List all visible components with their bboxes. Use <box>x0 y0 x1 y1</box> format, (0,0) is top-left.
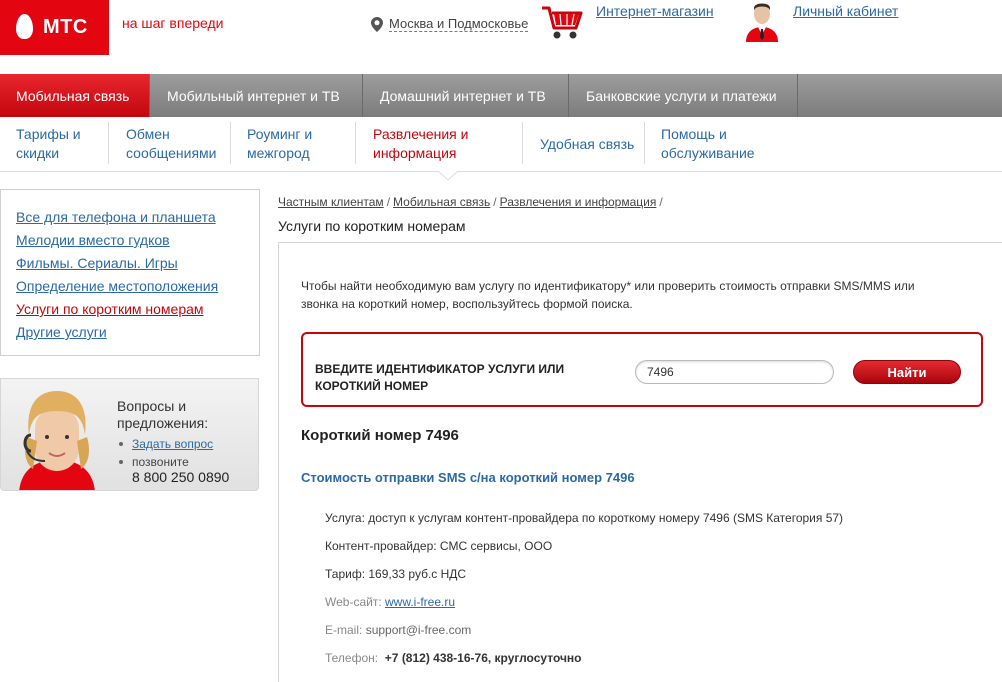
ask-question-link[interactable]: Задать вопрос <box>132 437 213 451</box>
breadcrumb: Частным клиентам / Мобильная связь / Развлеч… <box>278 195 666 209</box>
leftmenu-item-ringtones[interactable]: Мелодии вместо гудков <box>16 231 259 254</box>
find-button[interactable]: Найти <box>853 360 961 384</box>
support-operator-icon <box>19 391 95 490</box>
page-title: Услуги по коротким номерам <box>278 218 466 234</box>
topnav-item-mobile-internet[interactable]: Мобильный интернет и ТВ <box>150 74 363 117</box>
subnav-label: Удобная связь <box>540 136 635 152</box>
phone-label: Телефон: <box>325 651 379 665</box>
contact-title-line: предложения: <box>117 415 209 431</box>
main-navigation: Мобильная связь Мобильный интернет и ТВ … <box>0 74 1002 117</box>
subnav-label: информация <box>373 145 457 161</box>
email-label: E-mail: <box>325 623 363 637</box>
bullet-icon <box>119 442 123 446</box>
breadcrumb-item[interactable]: Мобильная связь <box>393 195 490 209</box>
location-pin-icon <box>371 16 383 32</box>
user-avatar-icon[interactable] <box>743 2 781 42</box>
subnav-label: обслуживание <box>661 145 755 161</box>
breadcrumb-item[interactable]: Частным клиентам <box>278 195 384 209</box>
phone-value: +7 (812) 438-16-76, круглосуточно <box>384 651 582 665</box>
result-title: Короткий номер 7496 <box>301 427 459 444</box>
region-selector[interactable]: Москва и Подмосковье <box>371 16 529 32</box>
subnav-item-tariffs[interactable]: Тарифы и скидки <box>16 125 81 163</box>
subnav-label: Роуминг и <box>247 126 313 142</box>
contact-box: Вопросы и предложения: Задать вопрос поз… <box>0 378 259 491</box>
service-row: Услуга: доступ к услугам контент-провайд… <box>325 511 844 525</box>
subnav-item-help[interactable]: Помощь и обслуживание <box>661 125 755 163</box>
subnav-label: Развлечения и <box>373 126 469 142</box>
subnav-label: сообщениями <box>126 145 217 161</box>
tariff-row: Тариф: 169,33 руб.с НДС <box>325 567 467 581</box>
slogan: на шаг впереди <box>122 15 224 31</box>
intro-text: Чтобы найти необходимую вам услугу по ид… <box>301 277 981 313</box>
online-shop-link[interactable]: Интернет-магазин <box>596 3 714 19</box>
personal-account-link[interactable]: Личный кабинет <box>793 3 898 19</box>
phone-row: Телефон: +7 (812) 438-16-76, круглосуточ… <box>325 651 582 665</box>
call-label: позвоните <box>132 455 189 469</box>
subnav-label: межгород <box>247 145 310 161</box>
breadcrumb-separator: / <box>659 195 663 209</box>
bullet-icon <box>119 460 123 464</box>
subnav-item-roaming[interactable]: Роуминг и межгород <box>247 125 312 163</box>
contact-title: Вопросы и предложения: <box>117 398 208 432</box>
leftmenu-item-location[interactable]: Определение местоположения <box>16 277 259 300</box>
subnav-label: Помощь и <box>661 126 727 142</box>
short-number-input[interactable] <box>635 360 834 384</box>
topnav-item-banking[interactable]: Банковские услуги и платежи <box>569 74 798 117</box>
cost-title: Стоимость отправки SMS с/на короткий ном… <box>301 470 635 485</box>
left-menu: Все для телефона и планшета Мелодии вмес… <box>0 189 260 356</box>
logo-text: МТС <box>43 16 88 38</box>
subnav-divider <box>644 122 645 164</box>
website-label: Web-сайт: <box>325 595 382 609</box>
sub-navigation: Тарифы и скидки Обмен сообщениями Роумин… <box>0 118 1002 172</box>
mts-logo[interactable]: МТС <box>0 0 109 55</box>
subnav-divider <box>355 122 356 164</box>
support-phone: 8 800 250 0890 <box>132 469 230 485</box>
search-label-line: ВВЕДИТЕ ИДЕНТИФИКАТОР УСЛУГИ ИЛИ <box>315 362 565 376</box>
topnav-item-mobile[interactable]: Мобильная связь <box>0 74 150 117</box>
region-label: Москва и Подмосковье <box>389 16 529 32</box>
subnav-item-entertainment[interactable]: Развлечения и информация <box>373 125 468 163</box>
leftmenu-item-phone[interactable]: Все для телефона и планшета <box>16 208 259 231</box>
subnav-item-convenient[interactable]: Удобная связь <box>540 135 634 154</box>
website-row: Web-сайт: www.i-free.ru <box>325 595 455 609</box>
intro-line: звонка на короткий номер, воспользуйтесь… <box>301 297 633 311</box>
subnav-item-messaging[interactable]: Обмен сообщениями <box>126 125 216 163</box>
shopping-cart-icon[interactable] <box>540 3 584 41</box>
search-form: ВВЕДИТЕ ИДЕНТИФИКАТОР УСЛУГИ ИЛИ КОРОТКИ… <box>301 332 983 407</box>
contact-title-line: Вопросы и <box>117 398 187 414</box>
email-row: E-mail: support@i-free.com <box>325 623 471 637</box>
mts-egg-icon <box>16 14 33 39</box>
leftmenu-item-movies[interactable]: Фильмы. Сериалы. Игры <box>16 254 259 277</box>
breadcrumb-item[interactable]: Развлечения и информация <box>500 195 657 209</box>
breadcrumb-separator: / <box>493 195 497 209</box>
leftmenu-item-short-numbers[interactable]: Услуги по коротким номерам <box>16 300 259 323</box>
subnav-label: Обмен <box>126 126 170 142</box>
subnav-divider <box>230 122 231 164</box>
search-label: ВВЕДИТЕ ИДЕНТИФИКАТОР УСЛУГИ ИЛИ КОРОТКИ… <box>315 361 615 395</box>
active-pointer-icon <box>438 171 458 181</box>
subnav-divider <box>108 122 109 164</box>
provider-row: Контент-провайдер: СМС сервисы, ООО <box>325 539 553 553</box>
leftmenu-item-other[interactable]: Другие услуги <box>16 323 259 346</box>
subnav-divider <box>522 122 523 164</box>
subnav-label: скидки <box>16 145 60 161</box>
website-link[interactable]: www.i-free.ru <box>385 595 455 609</box>
topnav-item-home-internet[interactable]: Домашний интернет и ТВ <box>363 74 569 117</box>
search-label-line: КОРОТКИЙ НОМЕР <box>315 379 429 393</box>
email-value: support@i-free.com <box>365 623 472 637</box>
breadcrumb-separator: / <box>386 195 391 209</box>
subnav-label: Тарифы и <box>16 126 81 142</box>
intro-line: Чтобы найти необходимую вам услугу по ид… <box>301 279 915 293</box>
